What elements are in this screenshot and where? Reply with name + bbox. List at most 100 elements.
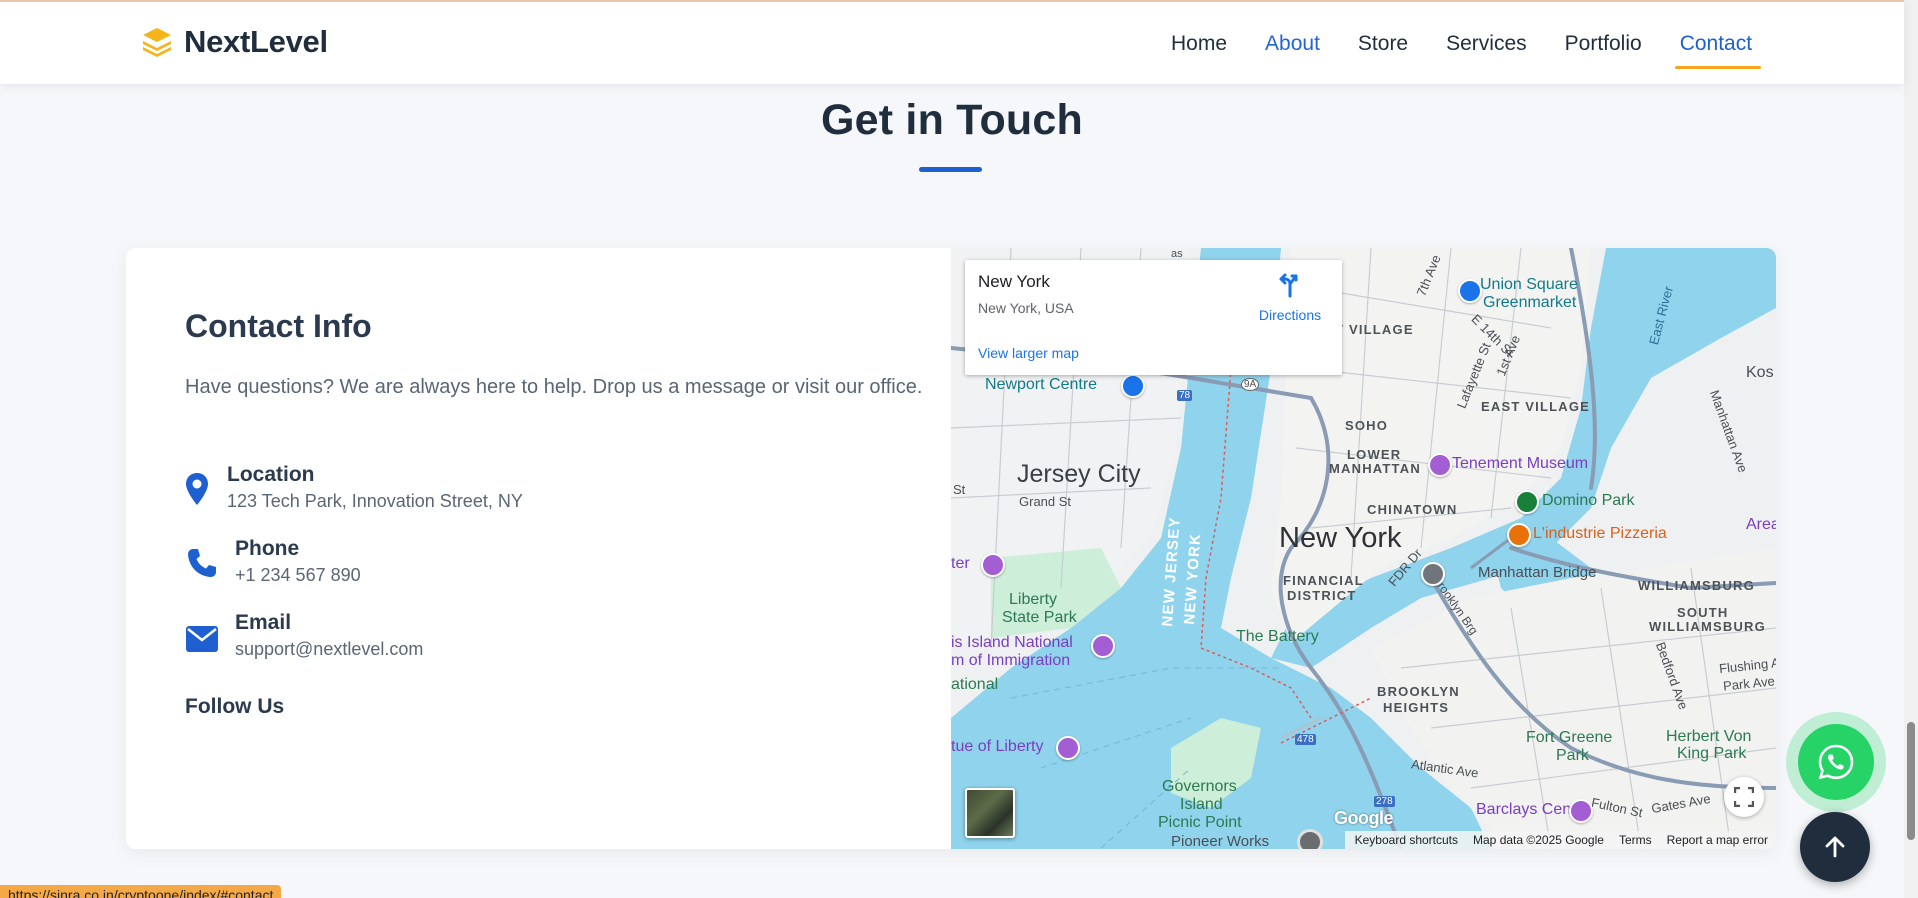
contact-description: Have questions? We are always here to he… [185, 376, 923, 398]
envelope-icon [185, 622, 219, 656]
arrow-up-icon [1825, 836, 1845, 858]
location-value: 123 Tech Park, Innovation Street, NY [227, 491, 523, 511]
directions-button[interactable]: Directions [1250, 272, 1330, 323]
whatsapp-icon [1818, 744, 1854, 780]
location-label: Location [227, 463, 315, 486]
map-label-route-78: 78 [1177, 390, 1193, 401]
map-label-newport-centre: Newport Centre [985, 376, 1098, 393]
title-underline [919, 167, 982, 172]
map-label-governors: Governors [1162, 778, 1237, 795]
map-label-domino: Domino Park [1542, 492, 1635, 509]
map-place-title: New York [978, 272, 1050, 291]
map-label-chinatown: CHINATOWN [1367, 502, 1458, 517]
poi-pin-domino[interactable] [1515, 490, 1539, 514]
whatsapp-button[interactable] [1786, 712, 1886, 812]
email-value[interactable]: support@nextlevel.com [235, 636, 423, 662]
map-label-lindustrie: L'industrie Pizzeria [1533, 525, 1667, 542]
map-label-greenmarket: Greenmarket [1483, 294, 1577, 311]
status-bar-url: https://sinra.co.in/cryptoone/index/#con… [0, 885, 282, 898]
map-label-state-park: State Park [1002, 609, 1077, 626]
contact-location: Location 123 Tech Park, Innovation Stree… [185, 462, 523, 514]
nav-contact[interactable]: Contact [1661, 2, 1771, 86]
map-label-the-battery: The Battery [1236, 628, 1319, 645]
map-label-s-williamsburg: WILLIAMSBURG [1649, 619, 1766, 634]
map-label-statue: tue of Liberty [951, 738, 1044, 755]
phone-label: Phone [235, 537, 300, 560]
scroll-to-top-button[interactable] [1800, 812, 1870, 882]
nav-about[interactable]: About [1246, 2, 1339, 86]
report-map-error-link[interactable]: Report a map error [1667, 833, 1768, 847]
pegman-icon[interactable] [1297, 829, 1323, 849]
poi-pin-statue[interactable] [1056, 736, 1080, 760]
poi-pin-lindustrie[interactable] [1507, 523, 1531, 547]
map-label-heights: HEIGHTS [1383, 700, 1450, 715]
map-label-jersey-city: Jersey City [1017, 460, 1141, 488]
poi-pin-newport[interactable] [1121, 374, 1145, 398]
map-label-herbert: Herbert Von [1666, 728, 1752, 745]
map-place-subtitle: New York, USA [978, 300, 1074, 316]
fullscreen-button[interactable] [1724, 777, 1764, 817]
map-label-williamsburg: WILLIAMSBURG [1638, 578, 1755, 593]
map-data-credit: Map data ©2025 Google [1473, 833, 1604, 847]
google-map[interactable]: Jersey City New York Newport Centre Unio… [951, 248, 1776, 849]
map-place-card: New York New York, USA View larger map D… [965, 260, 1342, 375]
map-label-king-park: King Park [1677, 745, 1747, 762]
poi-pin-manhattan-bridge[interactable] [1421, 562, 1445, 586]
map-label-route-478: 478 [1295, 734, 1316, 745]
contact-phone: Phone +1 234 567 890 [185, 536, 361, 588]
map-label-kos: Kos [1746, 364, 1774, 381]
terms-link[interactable]: Terms [1619, 833, 1652, 847]
google-logo: Google [1334, 808, 1394, 828]
map-label-grand-st: Grand St [1019, 494, 1072, 509]
nav-portfolio[interactable]: Portfolio [1546, 2, 1661, 86]
nav-services[interactable]: Services [1427, 2, 1546, 86]
map-label-island: Island [1180, 796, 1223, 813]
map-label-union-square: Union Square [1480, 276, 1578, 293]
map-satellite-toggle[interactable] [965, 788, 1015, 838]
map-label-park: Park [1556, 747, 1589, 764]
map-label-manhattan-bridge: Manhattan Bridge [1478, 564, 1597, 581]
view-larger-map-link[interactable]: View larger map [978, 345, 1079, 361]
contact-info-title: Contact Info [185, 308, 372, 344]
phone-value[interactable]: +1 234 567 890 [235, 562, 361, 588]
poi-pin-ter[interactable] [981, 553, 1005, 577]
brand[interactable]: NextLevel [140, 24, 328, 60]
navbar: NextLevel Home About Store Services Port… [0, 0, 1904, 84]
nav-home[interactable]: Home [1152, 2, 1246, 86]
fullscreen-icon [1734, 787, 1754, 807]
brand-name: NextLevel [184, 24, 328, 59]
keyboard-shortcuts-link[interactable]: Keyboard shortcuts [1355, 833, 1458, 847]
follow-us-heading: Follow Us [185, 695, 285, 718]
whatsapp-button-inner[interactable] [1798, 724, 1874, 800]
poi-pin-tenement[interactable] [1428, 453, 1452, 477]
map-label-as: as [1171, 248, 1183, 260]
map-label-route-278: 278 [1374, 796, 1395, 807]
map-label-area: Area [1746, 516, 1776, 533]
map-label-lower: LOWER [1347, 447, 1402, 462]
map-label-ter: ter [951, 555, 970, 572]
map-label-t-village: T VILLAGE [1335, 322, 1414, 337]
page-scrollbar[interactable] [1904, 0, 1918, 898]
map-label-south: SOUTH [1677, 605, 1729, 620]
map-label-liberty: Liberty [1009, 591, 1058, 608]
map-label-ellis2: m of Immigration [951, 652, 1071, 669]
map-label-financial: FINANCIAL [1283, 573, 1364, 588]
poi-pin-ellis[interactable] [1091, 634, 1115, 658]
map-label-brooklyn: BROOKLYN [1377, 684, 1460, 699]
map-label-ational: ational [951, 676, 999, 693]
map-label-new-york: New York [1279, 522, 1402, 554]
poi-pin-barclays[interactable] [1569, 799, 1593, 823]
map-label-pioneer: Pioneer Works [1171, 833, 1270, 849]
directions-icon [1279, 273, 1298, 298]
contact-email: Email support@nextlevel.com [185, 610, 423, 662]
main-nav: Home About Store Services Portfolio Cont… [1152, 2, 1771, 86]
phone-icon [185, 546, 219, 580]
map-label-district: DISTRICT [1287, 588, 1357, 603]
scrollbar-thumb[interactable] [1907, 722, 1915, 840]
nav-store[interactable]: Store [1339, 2, 1427, 86]
map-label-picnic: Picnic Point [1158, 814, 1242, 831]
poi-pin-union-square[interactable] [1458, 279, 1482, 303]
map-label-soho: SOHO [1345, 418, 1389, 433]
layers-icon [143, 28, 171, 57]
section-title: Get in Touch [821, 96, 1083, 144]
